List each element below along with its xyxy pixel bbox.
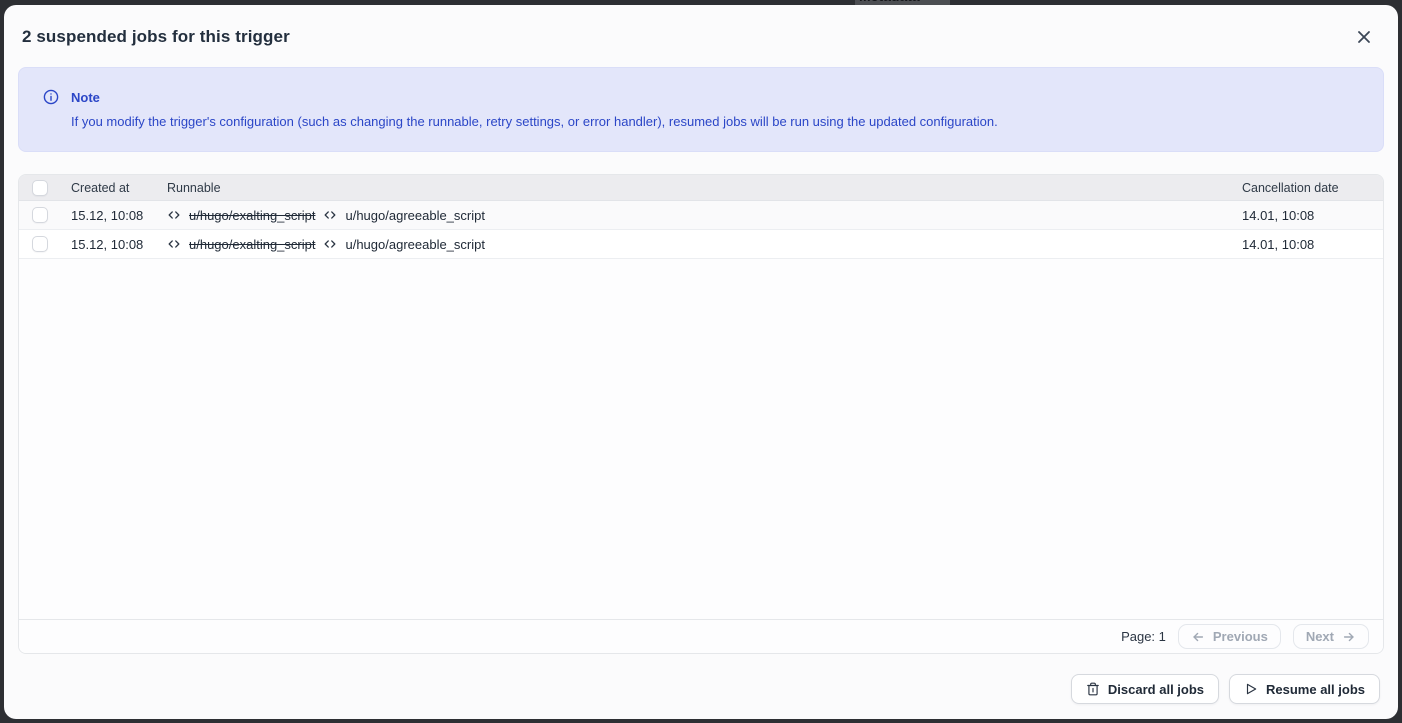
code-icon: [167, 237, 181, 251]
modal-actions: Discard all jobs Resume all jobs: [18, 654, 1384, 719]
runnable-old-path: u/hugo/exalting_script: [189, 208, 315, 223]
close-button[interactable]: [1350, 23, 1378, 51]
created-at-value: 15.12, 10:08: [71, 208, 167, 223]
table-row[interactable]: 15.12, 10:08 u/hugo/exalting_script u/hu…: [19, 230, 1383, 259]
discard-all-jobs-label: Discard all jobs: [1108, 682, 1204, 697]
previous-page-label: Previous: [1213, 629, 1268, 644]
modal-title: 2 suspended jobs for this trigger: [22, 27, 290, 47]
created-at-value: 15.12, 10:08: [71, 237, 167, 252]
pagination-bar: Page: 1 Previous Next: [19, 619, 1383, 653]
runnable-old-path: u/hugo/exalting_script: [189, 237, 315, 252]
arrow-left-icon: [1191, 630, 1205, 644]
info-icon: [43, 89, 59, 105]
modal-header: 2 suspended jobs for this trigger: [18, 5, 1384, 67]
runnable-new-path: u/hugo/agreeable_script: [345, 237, 485, 252]
close-icon: [1355, 28, 1373, 46]
code-icon: [323, 208, 337, 222]
code-icon: [323, 237, 337, 251]
resume-all-jobs-label: Resume all jobs: [1266, 682, 1365, 697]
page-indicator: Page: 1: [1121, 629, 1166, 644]
table-row[interactable]: 15.12, 10:08 u/hugo/exalting_script u/hu…: [19, 201, 1383, 230]
suspended-jobs-modal: 2 suspended jobs for this trigger Note I…: [4, 5, 1398, 719]
select-all-checkbox[interactable]: [32, 180, 48, 196]
table-empty-area: [19, 259, 1383, 619]
note-callout: Note If you modify the trigger's configu…: [18, 67, 1384, 152]
suspended-jobs-table: Created at Runnable Cancellation date 15…: [18, 174, 1384, 654]
play-icon: [1244, 682, 1258, 696]
resume-all-jobs-button[interactable]: Resume all jobs: [1229, 674, 1380, 704]
table-header-row: Created at Runnable Cancellation date: [19, 175, 1383, 201]
trash-icon: [1086, 682, 1100, 696]
next-page-button[interactable]: Next: [1293, 624, 1369, 649]
row-checkbox[interactable]: [32, 236, 48, 252]
note-body: If you modify the trigger's configuratio…: [71, 114, 1359, 130]
row-checkbox[interactable]: [32, 207, 48, 223]
note-title: Note: [71, 90, 100, 105]
runnable-new-path: u/hugo/agreeable_script: [345, 208, 485, 223]
discard-all-jobs-button[interactable]: Discard all jobs: [1071, 674, 1219, 704]
column-header-created-at: Created at: [71, 181, 167, 195]
arrow-right-icon: [1342, 630, 1356, 644]
code-icon: [167, 208, 181, 222]
column-header-runnable: Runnable: [167, 181, 1242, 195]
column-header-cancellation-date: Cancellation date: [1242, 181, 1383, 195]
next-page-label: Next: [1306, 629, 1334, 644]
cancellation-date-value: 14.01, 10:08: [1242, 237, 1383, 252]
previous-page-button[interactable]: Previous: [1178, 624, 1281, 649]
cancellation-date-value: 14.01, 10:08: [1242, 208, 1383, 223]
background-tab-label: Metadata: [859, 0, 920, 4]
